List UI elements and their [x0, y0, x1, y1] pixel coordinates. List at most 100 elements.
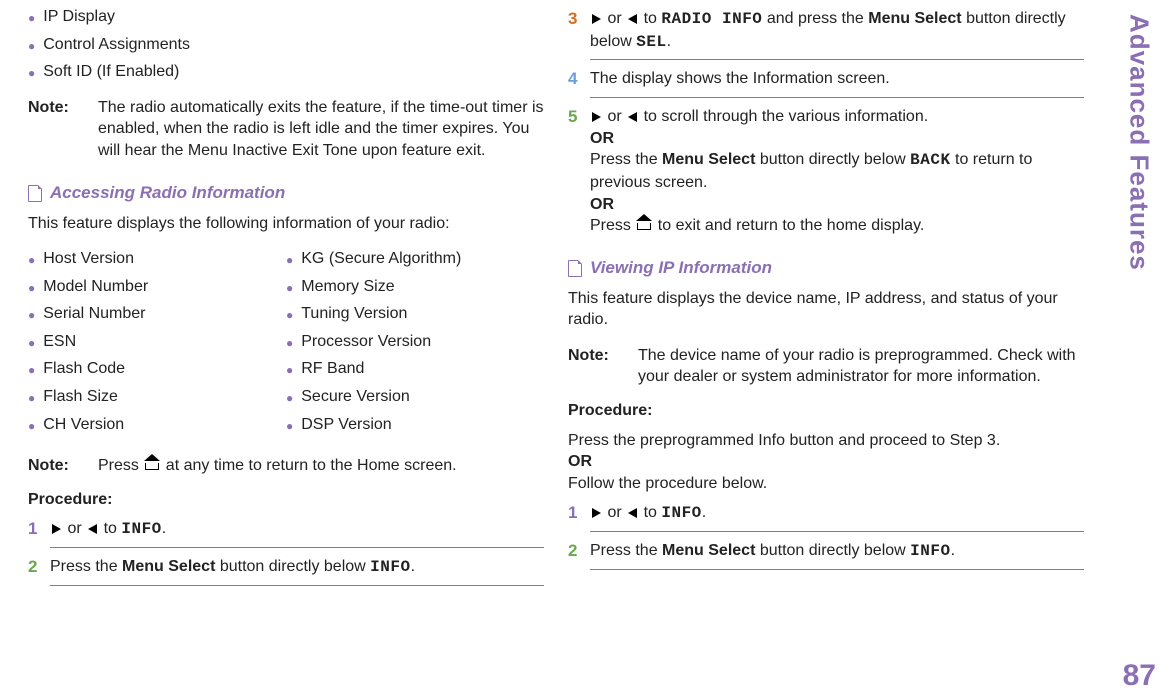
step-divider	[590, 531, 1084, 532]
step-body: or to RADIO INFO and press the Menu Sele…	[590, 8, 1084, 53]
text: to scroll through the various informatio…	[644, 108, 929, 125]
step-2: 2 Press the Menu Select button directly …	[568, 540, 1084, 563]
bullet-text: Tuning Version	[301, 303, 407, 325]
note-block: Note: The radio automatically exits the …	[28, 97, 544, 162]
bullet-icon: ●	[28, 252, 35, 268]
step-1: 1 or to INFO.	[568, 502, 1084, 525]
bullet-icon: ●	[28, 362, 35, 378]
bullet-item: ● RF Band	[286, 358, 544, 380]
info-two-column-list: ●Host Version ● Model Number ● Serial Numb…	[28, 242, 544, 441]
step-number: 3	[568, 8, 590, 31]
menu-target: INFO	[121, 520, 161, 538]
section-heading-accessing-radio-info: Accessing Radio Information	[28, 182, 544, 205]
text: .	[951, 542, 955, 559]
text: at any time to return to the Home screen…	[166, 457, 457, 474]
home-icon	[637, 220, 651, 230]
text: .	[411, 558, 415, 575]
section-title: Accessing Radio Information	[50, 182, 285, 205]
bullet-item: ● Model Number	[28, 276, 286, 298]
bullet-text: Flash Size	[43, 386, 118, 408]
bullet-icon: ●	[28, 280, 35, 296]
step-number: 2	[568, 540, 590, 563]
document-icon	[568, 260, 582, 277]
text: Press the preprogrammed Info button and …	[568, 432, 1000, 449]
left-column: ● IP Display ● Control Assignments ● Sof…	[16, 0, 556, 697]
bullet-text: Flash Code	[43, 358, 125, 380]
text: .	[162, 520, 166, 537]
right-arrow-icon	[592, 508, 601, 518]
or-label: OR	[590, 130, 614, 147]
menu-target: SEL	[636, 33, 666, 51]
text: or	[607, 108, 626, 125]
bullet-item: ●Host Version	[28, 248, 286, 270]
side-tab: Advanced Features	[1116, 10, 1162, 650]
step-body: The display shows the Information screen…	[590, 68, 1084, 90]
bullet-item: ● Tuning Version	[286, 303, 544, 325]
menu-target: RADIO INFO	[661, 10, 762, 28]
note-label: Note:	[28, 97, 98, 162]
text: Press the	[590, 542, 662, 559]
step-1: 1 or to INFO.	[28, 518, 544, 541]
text: Press	[590, 217, 635, 234]
page-number: 87	[1123, 659, 1156, 693]
bullet-text: IP Display	[43, 6, 115, 28]
right-arrow-icon	[592, 112, 601, 122]
bullet-item: ●Memory Size	[286, 276, 544, 298]
bullet-item: ● Control Assignments	[28, 34, 544, 56]
step-divider	[590, 569, 1084, 570]
text: or	[607, 10, 626, 27]
bullet-text: Memory Size	[301, 276, 394, 298]
chapter-title: Advanced Features	[1124, 14, 1155, 271]
bullet-icon: ●	[28, 390, 35, 406]
text: button directly below	[220, 558, 370, 575]
document-icon	[28, 185, 42, 202]
bullet-item: ●Secure Version	[286, 386, 544, 408]
procedure-intro: Press the preprogrammed Info button and …	[568, 430, 1084, 495]
button-name: Menu Select	[662, 542, 755, 559]
step-5: 5 or to scroll through the various infor…	[568, 106, 1084, 237]
note-block: Note: The device name of your radio is p…	[568, 345, 1084, 388]
bullet-icon: ●	[28, 65, 35, 81]
section-intro: This feature displays the following info…	[28, 213, 544, 235]
text: to	[104, 520, 122, 537]
right-column: 3 or to RADIO INFO and press the Menu Se…	[556, 0, 1096, 697]
menu-target: BACK	[910, 151, 950, 169]
bullet-item: ● Flash Code	[28, 358, 286, 380]
note-text: The device name of your radio is preprog…	[638, 345, 1084, 388]
button-name: Menu Select	[122, 558, 215, 575]
bullet-text: Serial Number	[43, 303, 145, 325]
note-label: Note:	[28, 455, 98, 477]
bullet-text: Soft ID (If Enabled)	[43, 61, 179, 83]
step-number: 5	[568, 106, 590, 129]
note-block: Note: Press at any time to return to the…	[28, 455, 544, 477]
bullet-text: RF Band	[301, 358, 364, 380]
text: to exit and return to the home display.	[658, 217, 925, 234]
bullet-item: ●ESN	[28, 331, 286, 353]
step-body: or to INFO.	[50, 518, 544, 541]
bullet-text: Model Number	[43, 276, 148, 298]
section-intro: This feature displays the device name, I…	[568, 288, 1084, 331]
bullet-icon: ●	[286, 307, 293, 323]
left-arrow-icon	[628, 508, 637, 518]
right-arrow-icon	[592, 14, 601, 24]
bullet-text: DSP Version	[301, 414, 391, 436]
text: or	[607, 504, 626, 521]
bullet-icon: ●	[28, 418, 35, 434]
bullet-item: ● Soft ID (If Enabled)	[28, 61, 544, 83]
left-arrow-icon	[88, 524, 97, 534]
step-divider	[50, 585, 544, 586]
text: to	[644, 504, 662, 521]
left-arrow-icon	[628, 112, 637, 122]
text: .	[667, 33, 671, 50]
text: Press	[98, 457, 143, 474]
text: Press the	[50, 558, 122, 575]
menu-target: INFO	[661, 504, 701, 522]
right-arrow-icon	[52, 524, 61, 534]
button-name: Menu Select	[868, 10, 961, 27]
bullet-icon: ●	[286, 362, 293, 378]
text: and press the	[767, 10, 868, 27]
bullet-text: Secure Version	[301, 386, 410, 408]
bullet-item: ●KG (Secure Algorithm)	[286, 248, 544, 270]
step-number: 1	[28, 518, 50, 541]
note-text: The radio automatically exits the featur…	[98, 97, 544, 162]
